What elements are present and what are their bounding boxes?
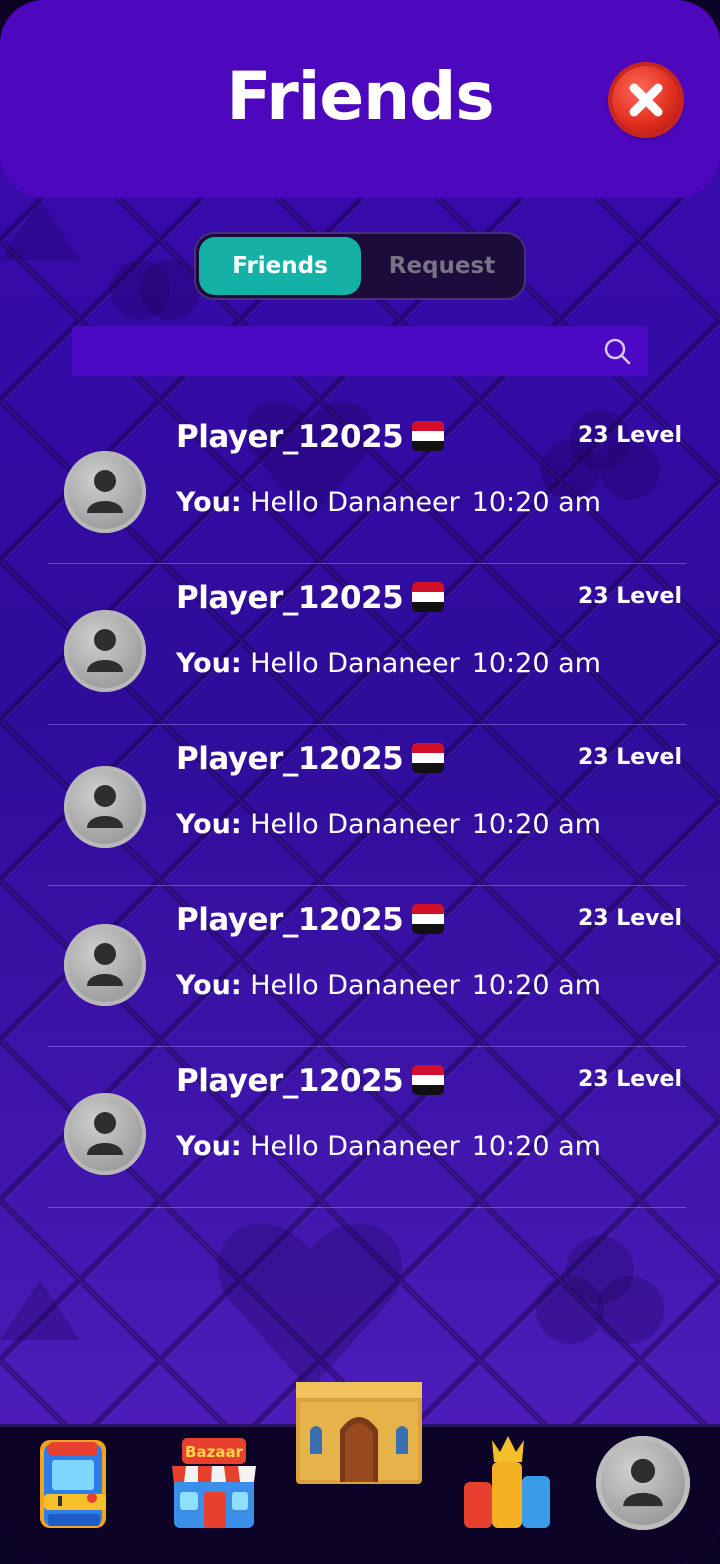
message-text: Hello Dananeer	[250, 487, 460, 518]
message-text: Hello Dananeer	[250, 1131, 460, 1162]
arcade-machine-icon[interactable]	[34, 1436, 118, 1532]
last-message: You: Hello Dananeer 10:20 am	[176, 487, 601, 518]
friends-screen: Friends Friends Request Player_12025 23 …	[0, 0, 720, 1564]
message-sender: You:	[176, 970, 242, 1001]
avatar	[64, 924, 146, 1006]
message-text: Hello Dananeer	[250, 809, 460, 840]
tab-friends[interactable]: Friends	[199, 237, 361, 295]
header-bar: Friends	[0, 0, 720, 198]
list-item[interactable]: Player_12025 23 Level You: Hello Dananee…	[48, 725, 686, 886]
list-item[interactable]: Player_12025 23 Level You: Hello Dananee…	[48, 403, 686, 564]
last-message: You: Hello Dananeer 10:20 am	[176, 1131, 601, 1162]
list-item[interactable]: Player_12025 23 Level You: Hello Dananee…	[48, 886, 686, 1047]
iraq-flag-icon	[412, 582, 444, 612]
bazaar-shop-icon[interactable]: Bazaar	[168, 1436, 260, 1532]
player-name: Player_12025	[176, 741, 404, 777]
avatar	[64, 1093, 146, 1175]
user-silhouette-icon	[87, 785, 123, 828]
player-name: Player_12025	[176, 902, 404, 938]
player-level: 23 Level	[577, 1067, 682, 1092]
iraq-flag-icon	[412, 1065, 444, 1095]
list-item[interactable]: Player_12025 23 Level You: Hello Dananee…	[48, 1047, 686, 1208]
last-message: You: Hello Dananeer 10:20 am	[176, 809, 601, 840]
message-sender: You:	[176, 487, 242, 518]
profile-avatar-icon[interactable]	[596, 1436, 690, 1530]
divider	[48, 1207, 686, 1208]
friends-request-toggle: Friends Request	[194, 232, 526, 300]
user-silhouette-icon	[87, 629, 123, 672]
message-time: 10:20 am	[471, 648, 601, 679]
user-silhouette-icon	[623, 1458, 663, 1507]
leaderboard-crown-icon[interactable]	[462, 1436, 552, 1532]
iraq-flag-icon	[412, 743, 444, 773]
avatar	[64, 610, 146, 692]
last-message: You: Hello Dananeer 10:20 am	[176, 648, 601, 679]
player-level: 23 Level	[577, 423, 682, 448]
player-level: 23 Level	[577, 745, 682, 770]
message-sender: You:	[176, 648, 242, 679]
message-time: 10:20 am	[471, 487, 601, 518]
user-silhouette-icon	[87, 470, 123, 513]
avatar	[64, 451, 146, 533]
player-name: Player_12025	[176, 580, 404, 616]
message-time: 10:20 am	[471, 970, 601, 1001]
message-text: Hello Dananeer	[250, 648, 460, 679]
message-sender: You:	[176, 1131, 242, 1162]
iraq-flag-icon	[412, 421, 444, 451]
search-input[interactable]	[72, 326, 592, 376]
search-icon[interactable]	[602, 336, 632, 366]
last-message: You: Hello Dananeer 10:20 am	[176, 970, 601, 1001]
tab-request[interactable]: Request	[361, 237, 523, 295]
message-time: 10:20 am	[471, 809, 601, 840]
bazaar-sign-text: Bazaar	[185, 1443, 244, 1461]
palace-home-icon[interactable]	[296, 1378, 422, 1488]
user-silhouette-icon	[87, 943, 123, 986]
player-level: 23 Level	[577, 584, 682, 609]
user-silhouette-icon	[87, 1112, 123, 1155]
message-sender: You:	[176, 809, 242, 840]
close-icon	[629, 83, 663, 117]
player-name: Player_12025	[176, 419, 404, 455]
player-name: Player_12025	[176, 1063, 404, 1099]
iraq-flag-icon	[412, 904, 444, 934]
search-bar	[72, 326, 648, 376]
avatar	[64, 766, 146, 848]
message-text: Hello Dananeer	[250, 970, 460, 1001]
player-level: 23 Level	[577, 906, 682, 931]
close-button[interactable]	[612, 66, 680, 134]
list-item[interactable]: Player_12025 23 Level You: Hello Dananee…	[48, 564, 686, 725]
message-time: 10:20 am	[471, 1131, 601, 1162]
